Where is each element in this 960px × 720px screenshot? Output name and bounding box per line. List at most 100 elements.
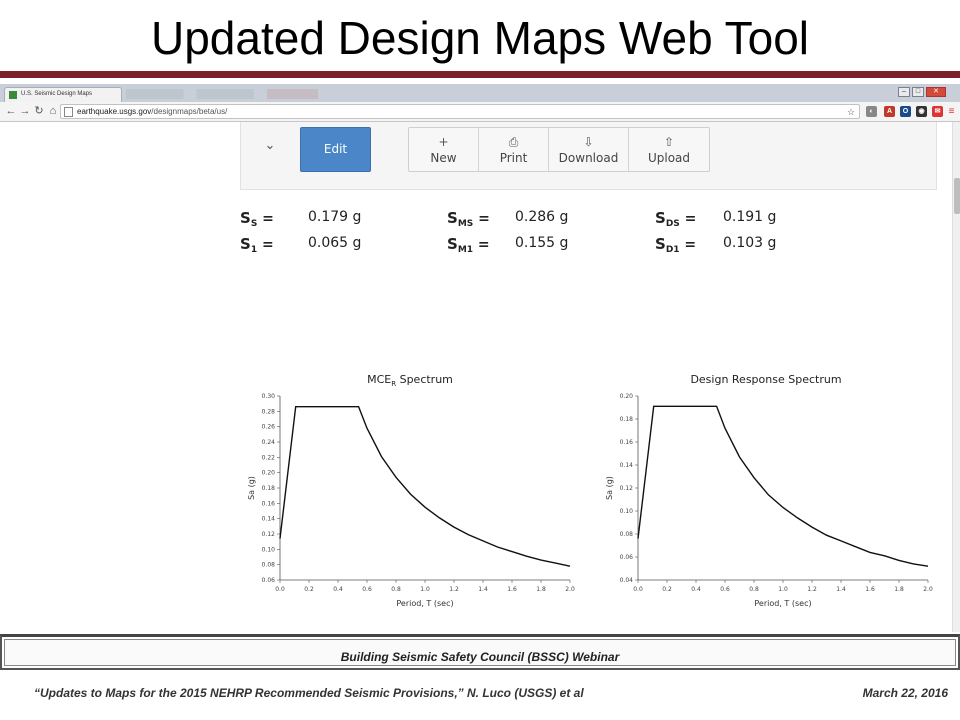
chevron-down-icon[interactable]: ⌄ (263, 138, 277, 152)
parameter-sd1: SD1 = (655, 235, 696, 255)
parameter-sd1-value: 0.103 g (723, 235, 777, 251)
y-tick-label: 0.08 (262, 562, 276, 569)
parameter-s1-value: 0.065 g (308, 235, 362, 251)
y-axis-label: Sa (g) (247, 476, 256, 500)
x-tick-label: 2.0 (565, 586, 575, 593)
download-button-label: Download (558, 151, 619, 165)
param-label: SMS = (447, 209, 490, 229)
star-icon[interactable]: ☆ (845, 105, 857, 119)
parameter-s1: S1 = (240, 235, 274, 255)
y-tick-label: 0.20 (262, 470, 276, 477)
param-label: SM1 = (447, 235, 490, 255)
x-tick-label: 1.0 (420, 586, 430, 593)
x-axis-label: Period, T (sec) (396, 599, 453, 608)
upload-button[interactable]: ⇧ Upload (629, 128, 709, 171)
x-tick-label: 0.4 (691, 586, 701, 593)
design-response-spectrum-chart: 0.0 0.2 0.4 0.6 0.8 1.0 1.2 1.4 1.6 1.8 2.0 0.04 0.0… (605, 393, 933, 608)
menu-icon[interactable]: ≡ (946, 106, 957, 117)
footer-banner-inner: Building Seismic Safety Council (BSSC) W… (4, 639, 956, 666)
page-scrollbar[interactable] (952, 122, 960, 632)
param-label: SS = (240, 209, 274, 229)
url-host: earthquake.usgs.gov (77, 107, 152, 116)
y-tick-label: 0.06 (262, 577, 276, 584)
x-tick-label: 0.6 (720, 586, 730, 593)
citation: “Updates to Maps for the 2015 NEHRP Reco… (34, 686, 584, 700)
parameter-ss: SS = (240, 209, 274, 229)
browser-tab[interactable]: U.S. Seismic Design Maps (4, 87, 122, 102)
plus-icon: + (438, 135, 449, 149)
x-tick-label: 1.2 (449, 586, 459, 593)
x-tick-label: 1.8 (536, 586, 546, 593)
x-tick-label: 0.2 (662, 586, 672, 593)
parameter-sms-value: 0.286 g (515, 209, 569, 225)
upload-button-label: Upload (647, 151, 691, 165)
browser-tab-bar: U.S. Seismic Design Maps – □ ✕ (0, 84, 960, 102)
y-tick-label: 0.26 (262, 424, 276, 431)
parameter-sds-value: 0.191 g (723, 209, 777, 225)
y-tick-label: 0.18 (262, 485, 276, 492)
url-input[interactable]: earthquake.usgs.gov/designmaps/beta/us/ … (60, 104, 860, 119)
y-tick-label: 0.18 (620, 416, 634, 423)
footer-banner-text: Building Seismic Safety Council (BSSC) W… (340, 650, 620, 664)
maximize-icon[interactable]: □ (912, 87, 924, 97)
spectrum-line (637, 405, 929, 567)
extension-red-icon[interactable]: ✉ (932, 106, 943, 117)
download-button[interactable]: ⇩ Download (549, 128, 629, 171)
address-bar: ← → ↻ ⌂ earthquake.usgs.gov/designmaps/b… (0, 102, 960, 122)
y-tick-label: 0.14 (262, 516, 276, 523)
upload-icon: ⇧ (663, 135, 675, 149)
toolbar-panel: ⌄ Edit + New ⎙ Print ⇩ Download ⇧ Upload (240, 122, 937, 190)
scrollbar-thumb[interactable] (954, 178, 960, 214)
tool-icon[interactable]: ◉ (916, 106, 927, 117)
x-tick-label: 0.8 (749, 586, 759, 593)
y-axis-label: Sa (g) (605, 476, 614, 500)
param-label: SDS = (655, 209, 697, 229)
x-tick-label: 1.6 (507, 586, 517, 593)
print-button-label: Print (499, 151, 528, 165)
new-button-label: New (430, 151, 457, 165)
y-tick-label: 0.04 (620, 577, 634, 584)
pdf-icon[interactable]: A (884, 106, 895, 117)
x-tick-label: 1.0 (778, 586, 788, 593)
param-label: S1 = (240, 235, 274, 255)
forward-arrow-icon[interactable]: → (18, 104, 32, 118)
usgs-favicon-icon (9, 91, 17, 99)
parameter-sms: SMS = (447, 209, 490, 229)
home-icon[interactable]: ⌂ (46, 104, 60, 118)
param-label: SD1 = (655, 235, 697, 255)
presentation-date: March 22, 2016 (862, 686, 948, 700)
x-tick-label: 1.6 (865, 586, 875, 593)
print-button[interactable]: ⎙ Print (479, 128, 549, 171)
slide-title: Updated Design Maps Web Tool (150, 12, 809, 64)
background-tabs (126, 89, 446, 99)
close-icon[interactable]: ✕ (926, 87, 946, 97)
y-tick-label: 0.24 (262, 439, 276, 446)
y-tick-label: 0.14 (620, 462, 634, 469)
shield-icon[interactable]: O (900, 106, 911, 117)
spectrum-line (279, 406, 571, 567)
y-tick-label: 0.30 (262, 393, 276, 400)
x-tick-label: 1.8 (894, 586, 904, 593)
y-tick-label: 0.12 (262, 531, 276, 538)
mcer-spectrum-chart: 0.0 0.2 0.4 0.6 0.8 1.0 1.2 1.4 1.6 1.8 2.0 0.06 0.0… (247, 393, 575, 608)
extension-icon[interactable]: ◐ (866, 106, 877, 117)
download-icon: ⇩ (583, 135, 594, 149)
title-divider (0, 71, 960, 78)
back-arrow-icon[interactable]: ← (4, 104, 18, 118)
edit-button[interactable]: Edit (300, 127, 371, 172)
page-icon (64, 107, 73, 117)
parameter-sm1-value: 0.155 g (515, 235, 569, 251)
y-tick-label: 0.08 (620, 531, 634, 538)
x-tick-label: 1.2 (807, 586, 817, 593)
x-tick-label: 1.4 (836, 586, 846, 593)
print-icon: ⎙ (508, 135, 519, 149)
x-tick-label: 1.4 (478, 586, 488, 593)
y-tick-label: 0.16 (620, 439, 634, 446)
y-tick-label: 0.12 (620, 485, 634, 492)
x-tick-label: 2.0 (923, 586, 933, 593)
x-tick-label: 0.8 (391, 586, 401, 593)
y-tick-label: 0.20 (620, 393, 634, 400)
reload-icon[interactable]: ↻ (32, 104, 46, 118)
new-button[interactable]: + New (409, 128, 479, 171)
minimize-icon[interactable]: – (898, 87, 910, 97)
